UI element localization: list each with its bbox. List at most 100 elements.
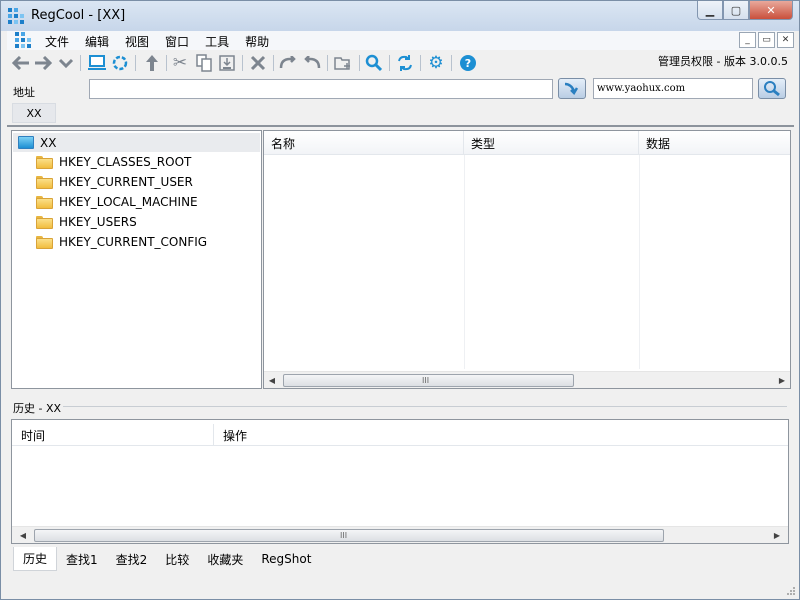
column-header-time[interactable]: 时间 xyxy=(12,424,214,446)
search-input[interactable] xyxy=(593,78,753,99)
tab-regshot[interactable]: RegShot xyxy=(252,547,320,571)
close-button[interactable]: ✕ xyxy=(749,1,793,20)
history-horizontal-scrollbar[interactable]: ◀ III ▶ xyxy=(12,526,788,543)
network-icon[interactable] xyxy=(110,53,130,73)
mdi-restore-button[interactable]: ▭ xyxy=(758,32,775,48)
scroll-thumb[interactable]: III xyxy=(283,374,574,387)
tree-root-computer[interactable]: XX xyxy=(13,133,260,152)
column-divider xyxy=(464,155,465,369)
search-icon[interactable] xyxy=(364,53,384,73)
regcool-logo-icon xyxy=(8,8,24,24)
divider xyxy=(7,125,794,127)
column-header-type[interactable]: 类型 xyxy=(464,131,639,155)
settings-icon[interactable]: ⚙ xyxy=(426,53,446,73)
folder-icon xyxy=(36,155,53,169)
list-horizontal-scrollbar[interactable]: ◀ III ▶ xyxy=(264,371,790,388)
toolbar-separator xyxy=(327,55,328,71)
magnifier-icon xyxy=(764,80,780,96)
tab-favorites[interactable]: 收藏夹 xyxy=(198,547,252,571)
maximize-button[interactable]: ▢ xyxy=(723,1,749,20)
menu-window[interactable]: 窗口 xyxy=(157,33,197,50)
tree-item-hkey-current-user[interactable]: HKEY_CURRENT_USER xyxy=(36,173,193,191)
menu-file[interactable]: 文件 xyxy=(37,33,77,50)
dropdown-chevron-icon[interactable] xyxy=(56,53,76,73)
menu-bar: 文件 编辑 视图 窗口 工具 帮助 _ ▭ ✕ xyxy=(7,31,794,50)
back-arrow-icon[interactable] xyxy=(11,53,31,73)
history-divider xyxy=(63,406,787,407)
menu-edit[interactable]: 编辑 xyxy=(77,33,117,50)
tree-item-label: HKEY_CURRENT_CONFIG xyxy=(59,235,208,249)
history-title: 历史 - XX xyxy=(13,402,62,415)
toolbar-separator xyxy=(242,55,243,71)
menu-items: 文件 编辑 视图 窗口 工具 帮助 xyxy=(37,33,277,50)
menu-view[interactable]: 视图 xyxy=(117,33,157,50)
column-header-data[interactable]: 数据 xyxy=(639,131,790,155)
tree-item-label: HKEY_CLASSES_ROOT xyxy=(59,155,192,169)
menu-help[interactable]: 帮助 xyxy=(237,33,277,50)
redo-icon[interactable] xyxy=(278,53,298,73)
svg-text:?: ? xyxy=(465,57,471,70)
toolbar-separator xyxy=(451,55,452,71)
export-icon[interactable] xyxy=(217,53,237,73)
scroll-grip: III xyxy=(340,531,348,540)
scroll-left-icon[interactable]: ◀ xyxy=(267,375,277,385)
column-header-name[interactable]: 名称 xyxy=(264,131,464,155)
address-input[interactable] xyxy=(89,79,553,99)
forward-arrow-icon[interactable] xyxy=(33,53,53,73)
column-header-action[interactable]: 操作 xyxy=(214,424,788,446)
window-controls: ▁ ▢ ✕ xyxy=(697,1,793,20)
toolbar-separator xyxy=(389,55,390,71)
mdi-minimize-button[interactable]: _ xyxy=(739,32,756,48)
mdi-controls: _ ▭ ✕ xyxy=(737,32,794,48)
undo-icon[interactable] xyxy=(302,53,322,73)
tree-item-label: HKEY_LOCAL_MACHINE xyxy=(59,195,198,209)
history-header: 时间 操作 xyxy=(12,424,788,446)
up-arrow-icon[interactable] xyxy=(142,53,162,73)
search-button[interactable] xyxy=(758,78,786,99)
computer-icon[interactable] xyxy=(87,53,107,73)
app-window: RegCool - [XX] ▁ ▢ ✕ 文件 编辑 视图 窗口 工具 帮助 _… xyxy=(0,0,800,600)
help-icon[interactable]: ? xyxy=(458,53,478,73)
delete-icon[interactable] xyxy=(248,53,268,73)
toolbar-separator xyxy=(420,55,421,71)
navigate-button[interactable] xyxy=(558,78,586,99)
tab-compare[interactable]: 比较 xyxy=(156,547,198,571)
tree-item-hkey-local-machine[interactable]: HKEY_LOCAL_MACHINE xyxy=(36,193,198,211)
computer-root-icon xyxy=(18,136,34,149)
refresh-icon[interactable] xyxy=(395,53,415,73)
navigate-arrow-icon xyxy=(564,82,579,95)
cut-icon[interactable]: ✂ xyxy=(170,53,190,73)
menu-tools[interactable]: 工具 xyxy=(197,33,237,50)
title-bar: RegCool - [XX] ▁ ▢ ✕ xyxy=(1,1,799,31)
scroll-right-icon[interactable]: ▶ xyxy=(772,530,782,540)
tree-item-hkey-users[interactable]: HKEY_USERS xyxy=(36,213,137,231)
scroll-thumb[interactable]: III xyxy=(34,529,664,542)
list-header: 名称 类型 数据 xyxy=(264,131,790,155)
mdi-close-button[interactable]: ✕ xyxy=(777,32,794,48)
folder-icon xyxy=(36,195,53,209)
values-list: 名称 类型 数据 ◀ III ▶ xyxy=(263,130,791,389)
tree-item-label: HKEY_USERS xyxy=(59,215,137,229)
tab-history[interactable]: 历史 xyxy=(13,547,58,571)
toolbar-separator xyxy=(166,55,167,71)
copy-icon[interactable] xyxy=(194,53,214,73)
mdi-app-icon[interactable] xyxy=(15,32,31,48)
scroll-right-icon[interactable]: ▶ xyxy=(777,375,787,385)
toolbar: ✂ ⚙ ? 管理员权限 - 版本 3.0.0.5 xyxy=(7,51,794,75)
resize-grip-icon[interactable] xyxy=(786,586,796,596)
tab-find2[interactable]: 查找2 xyxy=(107,547,157,571)
scroll-left-icon[interactable]: ◀ xyxy=(18,530,28,540)
minimize-button[interactable]: ▁ xyxy=(697,1,723,20)
tree-item-hkey-current-config[interactable]: HKEY_CURRENT_CONFIG xyxy=(36,233,207,251)
new-folder-icon[interactable] xyxy=(333,53,353,73)
toolbar-separator xyxy=(135,55,136,71)
history-list: 时间 操作 ◀ III ▶ xyxy=(11,419,789,544)
tree-item-hkey-classes-root[interactable]: HKEY_CLASSES_ROOT xyxy=(36,153,191,171)
bottom-tab-bar: 历史 查找1 查找2 比较 收藏夹 RegShot xyxy=(13,547,320,571)
tree-root-label: XX xyxy=(40,135,57,150)
folder-icon xyxy=(36,175,53,189)
tree-item-label: HKEY_CURRENT_USER xyxy=(59,175,193,189)
tab-find1[interactable]: 查找1 xyxy=(57,547,107,571)
document-tab-xx[interactable]: XX xyxy=(12,103,56,123)
scroll-grip: III xyxy=(422,376,430,385)
